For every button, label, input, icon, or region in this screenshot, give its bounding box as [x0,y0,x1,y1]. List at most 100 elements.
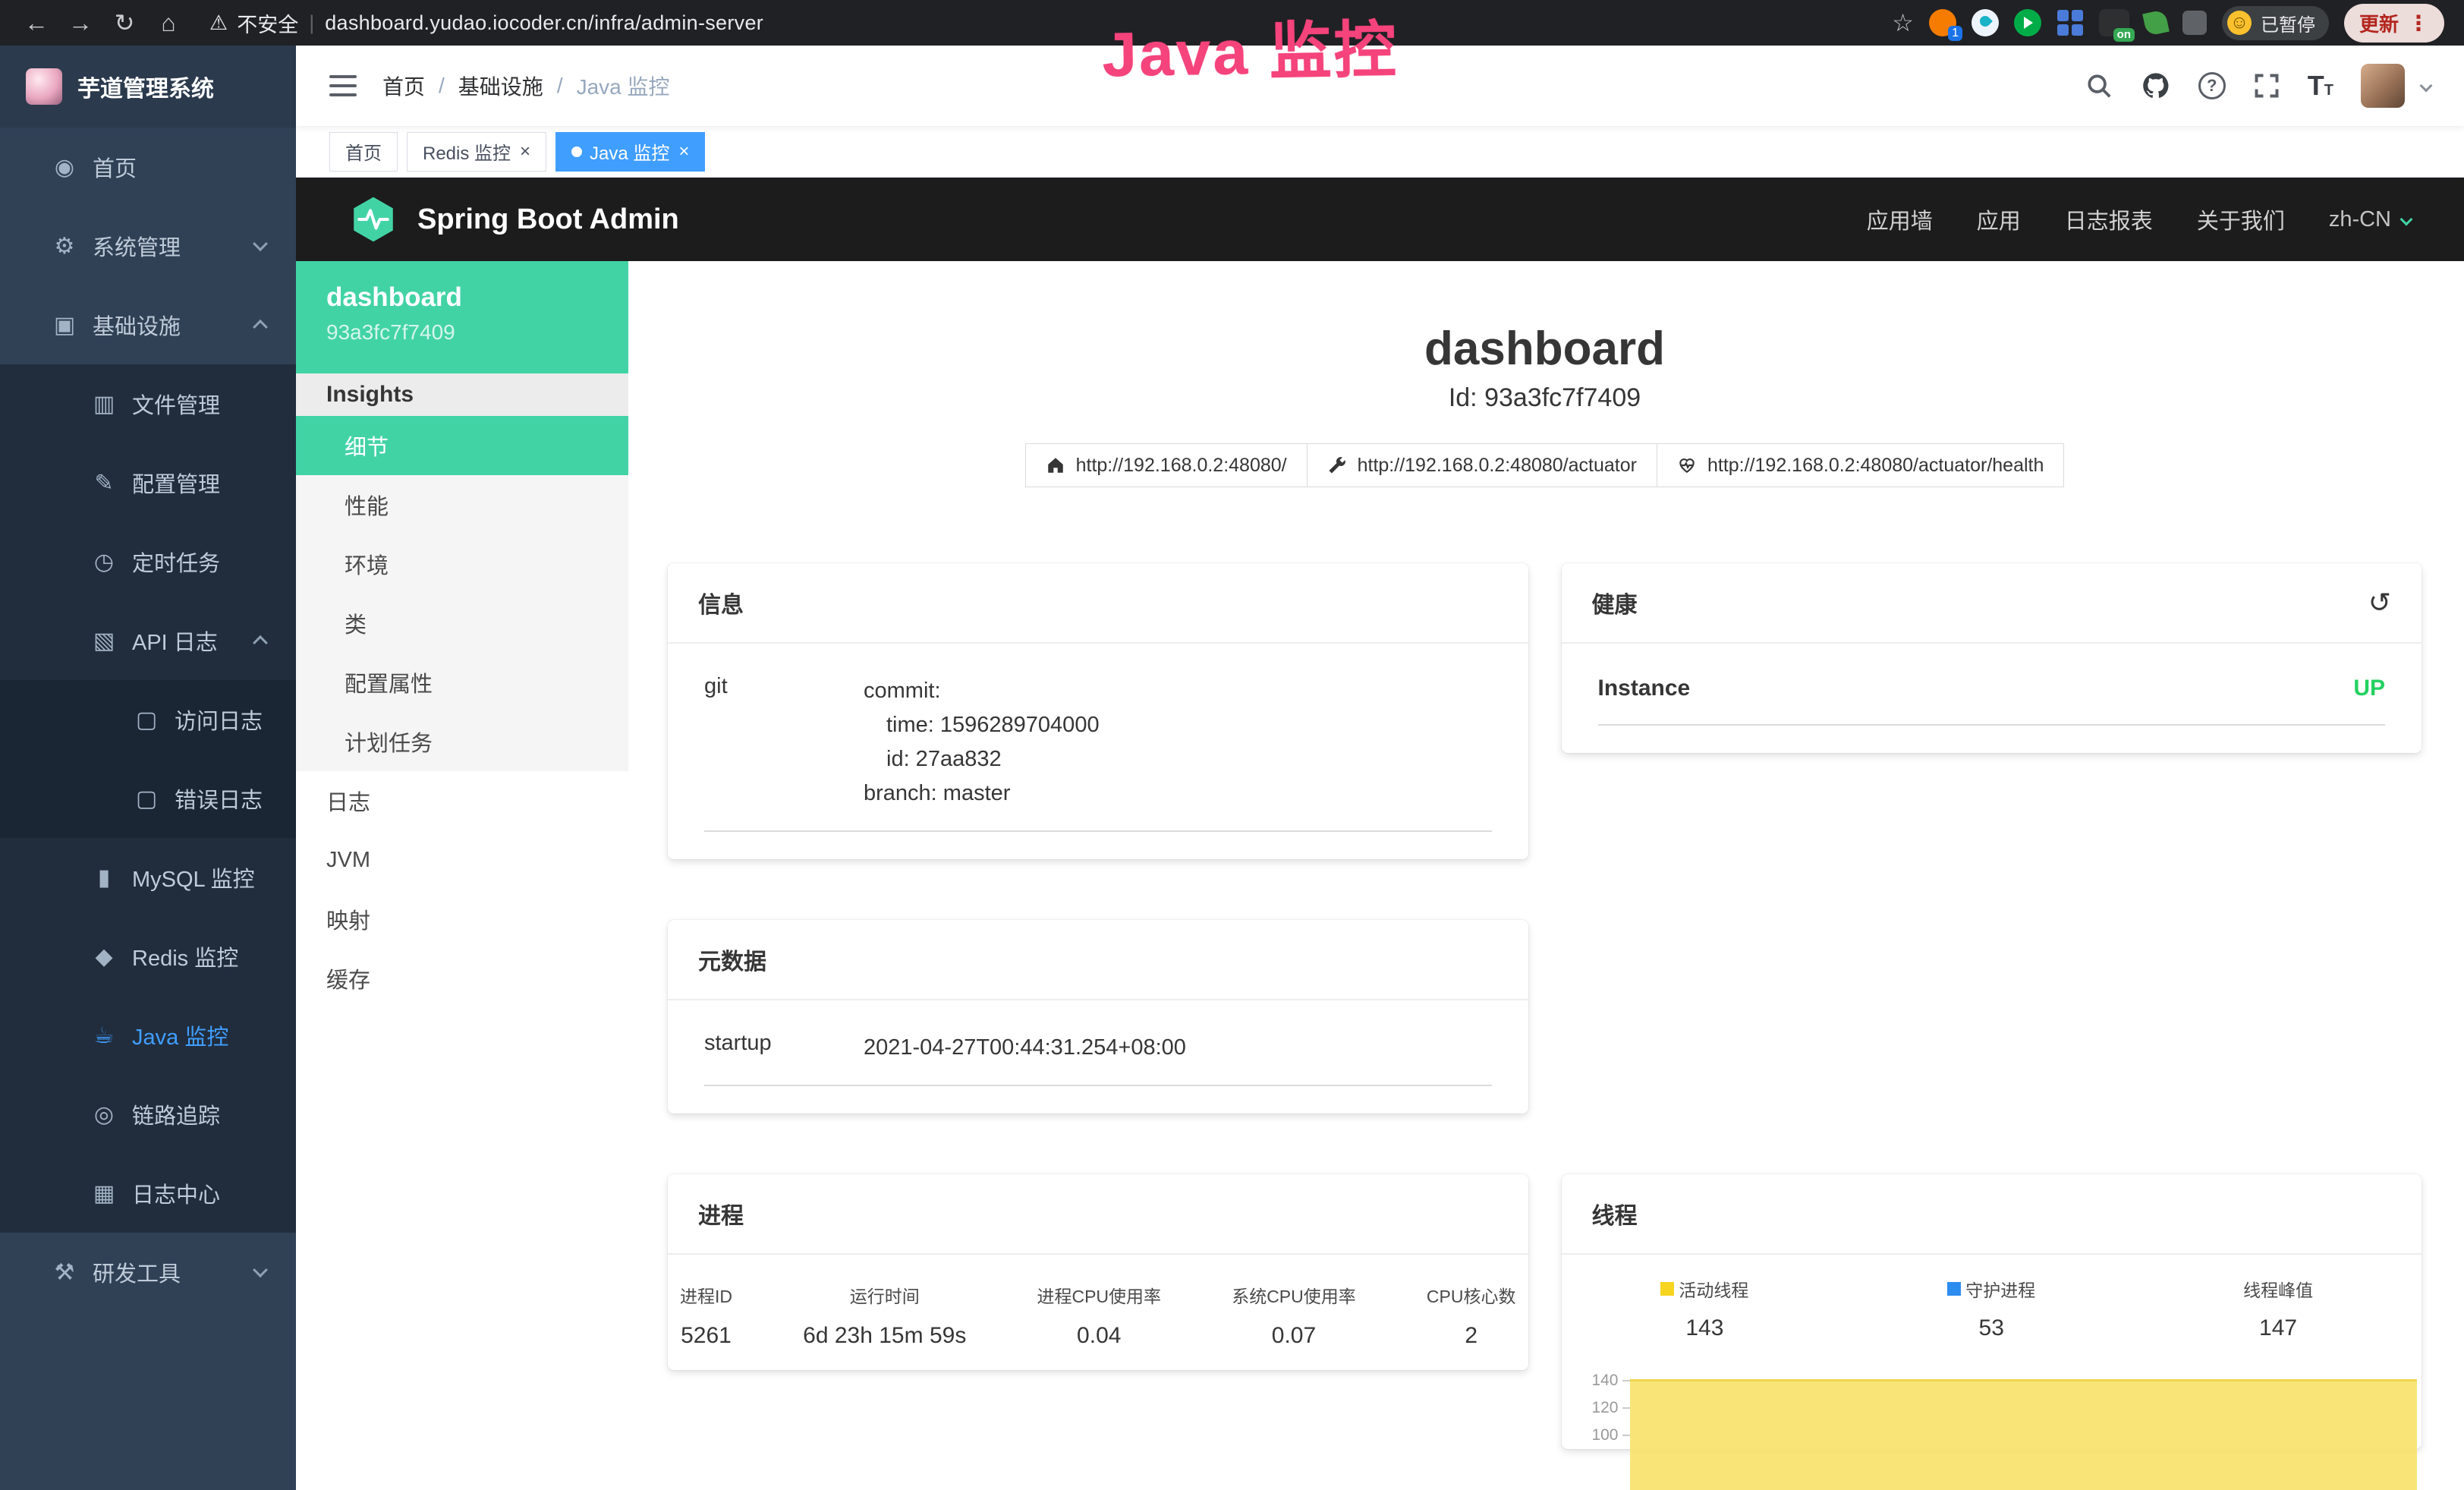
reload-icon[interactable]: ↻ [108,11,141,35]
sba-language-select[interactable]: zh-CN [2329,207,2411,232]
history-icon[interactable]: ↺ [2368,589,2391,616]
browser-menu-icon[interactable]: ⋮ [2408,11,2429,36]
sba-sidebar-item-classes[interactable]: 类 [296,594,628,653]
back-icon[interactable]: ← [20,11,53,35]
sba-sidebar-item-performance[interactable]: 性能 [296,475,628,534]
url-separator: | [309,11,314,35]
sidebar-item-label: 链路追踪 [132,1098,220,1130]
breadcrumb-home[interactable]: 首页 [382,71,425,101]
app-title: 芋道管理系统 [77,70,214,103]
sba-sidebar-item-environment[interactable]: 环境 [296,534,628,594]
legend-label: 守护进程 [1965,1276,2035,1302]
sidebar-item-home[interactable]: ◉ 首页 [0,128,296,206]
sba-sidebar-item-caches[interactable]: 缓存 [296,949,628,1008]
file-icon: ▥ [87,391,121,417]
extension-orange-icon[interactable]: 1 [1929,9,1956,36]
warning-icon: ⚠ [209,11,228,35]
threads-legend: 活动线程 143 守护进程 53 [1562,1255,2422,1341]
git-time-line: time: 1596289704000 [864,708,1100,742]
sba-language-value: zh-CN [2329,207,2391,232]
process-col-pid: 进程ID 5261 [680,1282,732,1349]
sba-brand-title[interactable]: Spring Boot Admin [417,203,679,236]
tab-home[interactable]: 首页 [329,132,398,172]
sba-nav-about[interactable]: 关于我们 [2197,203,2285,235]
sba-sidebar-item-details[interactable]: 细节 [296,416,628,475]
wrench-icon [1327,455,1347,475]
sba-header: Spring Boot Admin 应用墙 应用 日志报表 关于我们 zh-CN [296,178,2464,261]
sba-main: dashboard Id: 93a3fc7f7409 http://192.16… [628,261,2464,1490]
sidebar-item-dev-tools[interactable]: ⚒ 研发工具 [0,1233,296,1312]
bookmark-star-icon[interactable]: ☆ [1892,8,1914,37]
chevron-down-icon [253,236,268,251]
close-icon[interactable]: × [678,141,689,162]
sidebar-item-access-logs[interactable]: ▢ 访问日志 [0,680,296,759]
metadata-row-startup: startup 2021-04-27T00:44:31.254+08:00 [704,1006,1492,1086]
sba-sidebar-item-jvm[interactable]: JVM [296,830,628,890]
extension-green-icon[interactable] [2014,9,2041,36]
update-button[interactable]: 更新 ⋮ [2344,4,2444,43]
avatar[interactable] [2361,64,2405,108]
fullscreen-icon[interactable] [2253,72,2280,99]
sidebar-item-link-tracing[interactable]: ◎ 链路追踪 [0,1075,296,1154]
actuator-url-button[interactable]: http://192.168.0.2:48080/actuator [1307,443,1657,487]
sba-nav-applications[interactable]: 应用 [1977,203,2021,235]
sba-nav-journal[interactable]: 日志报表 [2065,203,2153,235]
sidebar-item-label: 配置管理 [132,467,220,499]
hamburger-icon[interactable] [329,75,357,96]
y-tick: 120 [1591,1394,1629,1422]
sidebar-item-redis-monitor[interactable]: ◆ Redis 监控 [0,917,296,996]
site-security-chip[interactable]: ⚠ 不安全 [209,8,298,38]
tab-redis-monitor[interactable]: Redis 监控 × [407,132,546,172]
sidebar-item-mysql-monitor[interactable]: ▮ MySQL 监控 [0,838,296,917]
sidebar-item-log-center[interactable]: ▦ 日志中心 [0,1154,296,1233]
process-col-uptime: 运行时间 6d 23h 15m 59s [803,1282,966,1349]
extension-drop-icon[interactable] [1972,9,1999,36]
sba-sidebar-item-scheduled-tasks[interactable]: 计划任务 [296,712,628,771]
extension-on-icon[interactable]: on [2099,9,2129,36]
breadcrumb: 首页 / 基础设施 / Java 监控 [382,71,670,101]
sba-sidebar-item-logs[interactable]: 日志 [296,771,628,830]
extensions-puzzle-icon[interactable] [2182,11,2207,35]
sidebar-item-api-logs[interactable]: ▧ API 日志 [0,601,296,680]
sba-sidebar-item-config-props[interactable]: 配置属性 [296,653,628,712]
spring-boot-admin-frame: Spring Boot Admin 应用墙 应用 日志报表 关于我们 zh-CN… [296,178,2464,1490]
extension-leaf-icon[interactable] [2142,9,2170,36]
paused-badge[interactable]: ☺ 已暂停 [2222,6,2329,40]
health-url-button[interactable]: http://192.168.0.2:48080/actuator/health [1657,443,2064,487]
search-icon[interactable] [2085,71,2113,100]
doc-icon: ▢ [129,707,164,733]
sba-sidebar-group-insights: Insights [296,373,628,416]
extension-grid-icon[interactable] [2056,9,2084,36]
sidebar-item-system-mgmt[interactable]: ⚙ 系统管理 [0,206,296,285]
home-icon[interactable]: ⌂ [152,11,185,35]
address-url[interactable]: dashboard.yudao.iocoder.cn/infra/admin-s… [325,11,763,35]
breadcrumb-infrastructure[interactable]: 基础设施 [458,71,543,101]
sidebar-item-java-monitor[interactable]: ☕ Java 监控 [0,996,296,1075]
sba-nav-wallboard[interactable]: 应用墙 [1867,203,1933,235]
process-col-label: CPU核心数 [1427,1282,1516,1308]
instance-url-button[interactable]: http://192.168.0.2:48080/ [1025,443,1308,487]
sba-sidebar-item-mappings[interactable]: 映射 [296,890,628,949]
tab-java-monitor[interactable]: Java 监控 × [555,132,705,172]
sidebar-item-infrastructure[interactable]: ▣ 基础设施 [0,285,296,364]
metadata-key: startup [704,1031,864,1065]
forward-icon[interactable]: → [64,11,97,35]
health-instance-row[interactable]: Instance UP [1598,650,2386,726]
avatar-caret-icon[interactable] [2420,80,2433,93]
help-icon[interactable]: ? [2198,72,2226,99]
sidebar-item-label: 访问日志 [175,704,263,736]
legend-value: 53 [1848,1315,2135,1341]
sidebar-item-scheduled-tasks[interactable]: ◷ 定时任务 [0,522,296,601]
font-size-icon[interactable]: TT [2308,70,2333,102]
close-icon[interactable]: × [520,141,530,162]
process-col-label: 运行时间 [803,1282,966,1308]
github-icon[interactable] [2141,71,2171,101]
tags-view-bar: 首页 Redis 监控 × Java 监控 × [296,126,2464,178]
instance-url: http://192.168.0.2:48080/ [1076,455,1287,477]
sidebar-item-file-mgmt[interactable]: ▥ 文件管理 [0,364,296,443]
sba-instance-header[interactable]: dashboard 93a3fc7f7409 [296,261,628,373]
app-logo-row[interactable]: 芋道管理系统 [0,46,296,128]
threads-chart: 140 120 100 [1562,1367,2422,1449]
sidebar-item-error-logs[interactable]: ▢ 错误日志 [0,759,296,838]
sidebar-item-config-mgmt[interactable]: ✎ 配置管理 [0,443,296,522]
